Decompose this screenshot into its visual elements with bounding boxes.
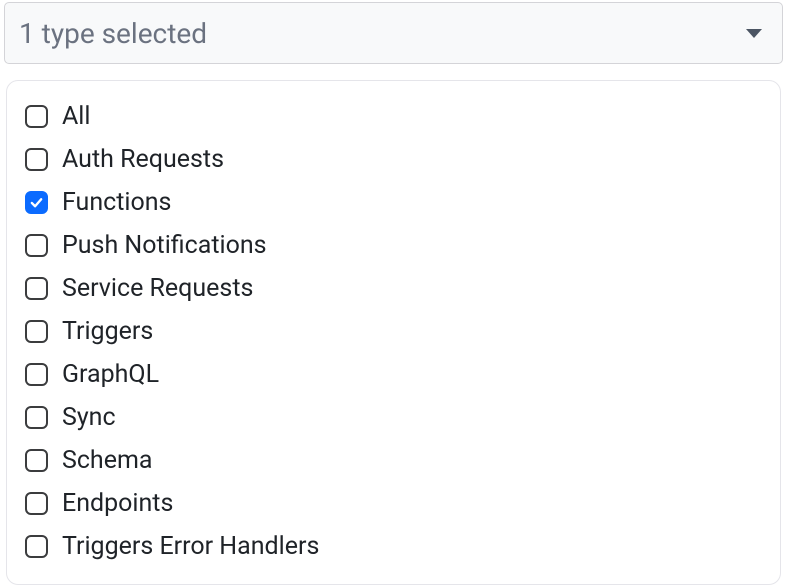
- option-label: GraphQL: [62, 360, 159, 389]
- type-filter-dropdown-panel: All Auth Requests Functions Push Notific…: [6, 80, 781, 585]
- option-label: Auth Requests: [62, 145, 224, 174]
- option-schema[interactable]: Schema: [25, 439, 762, 482]
- option-label: Service Requests: [62, 274, 253, 303]
- option-all[interactable]: All: [25, 95, 762, 138]
- checkbox-icon: [25, 234, 48, 257]
- checkbox-icon: [25, 191, 48, 214]
- option-label: Push Notifications: [62, 231, 267, 260]
- checkbox-icon: [25, 148, 48, 171]
- option-auth-requests[interactable]: Auth Requests: [25, 138, 762, 181]
- checkbox-icon: [25, 449, 48, 472]
- option-triggers-error-handlers[interactable]: Triggers Error Handlers: [25, 525, 762, 568]
- checkbox-icon: [25, 277, 48, 300]
- checkbox-icon: [25, 535, 48, 558]
- option-functions[interactable]: Functions: [25, 181, 762, 224]
- type-filter-dropdown-trigger[interactable]: 1 type selected: [4, 2, 783, 64]
- checkbox-icon: [25, 406, 48, 429]
- option-label: Schema: [62, 446, 152, 475]
- option-push-notifications[interactable]: Push Notifications: [25, 224, 762, 267]
- option-label: Functions: [62, 188, 171, 217]
- checkbox-icon: [25, 105, 48, 128]
- option-endpoints[interactable]: Endpoints: [25, 482, 762, 525]
- option-label: All: [62, 102, 90, 131]
- option-sync[interactable]: Sync: [25, 396, 762, 439]
- option-label: Triggers Error Handlers: [62, 532, 319, 561]
- caret-down-icon: [746, 29, 762, 38]
- checkbox-icon: [25, 363, 48, 386]
- option-graphql[interactable]: GraphQL: [25, 353, 762, 396]
- checkbox-icon: [25, 320, 48, 343]
- option-triggers[interactable]: Triggers: [25, 310, 762, 353]
- option-label: Sync: [62, 403, 116, 432]
- checkbox-icon: [25, 492, 48, 515]
- option-label: Triggers: [62, 317, 153, 346]
- option-service-requests[interactable]: Service Requests: [25, 267, 762, 310]
- dropdown-selected-text: 1 type selected: [19, 17, 207, 50]
- option-label: Endpoints: [62, 489, 173, 518]
